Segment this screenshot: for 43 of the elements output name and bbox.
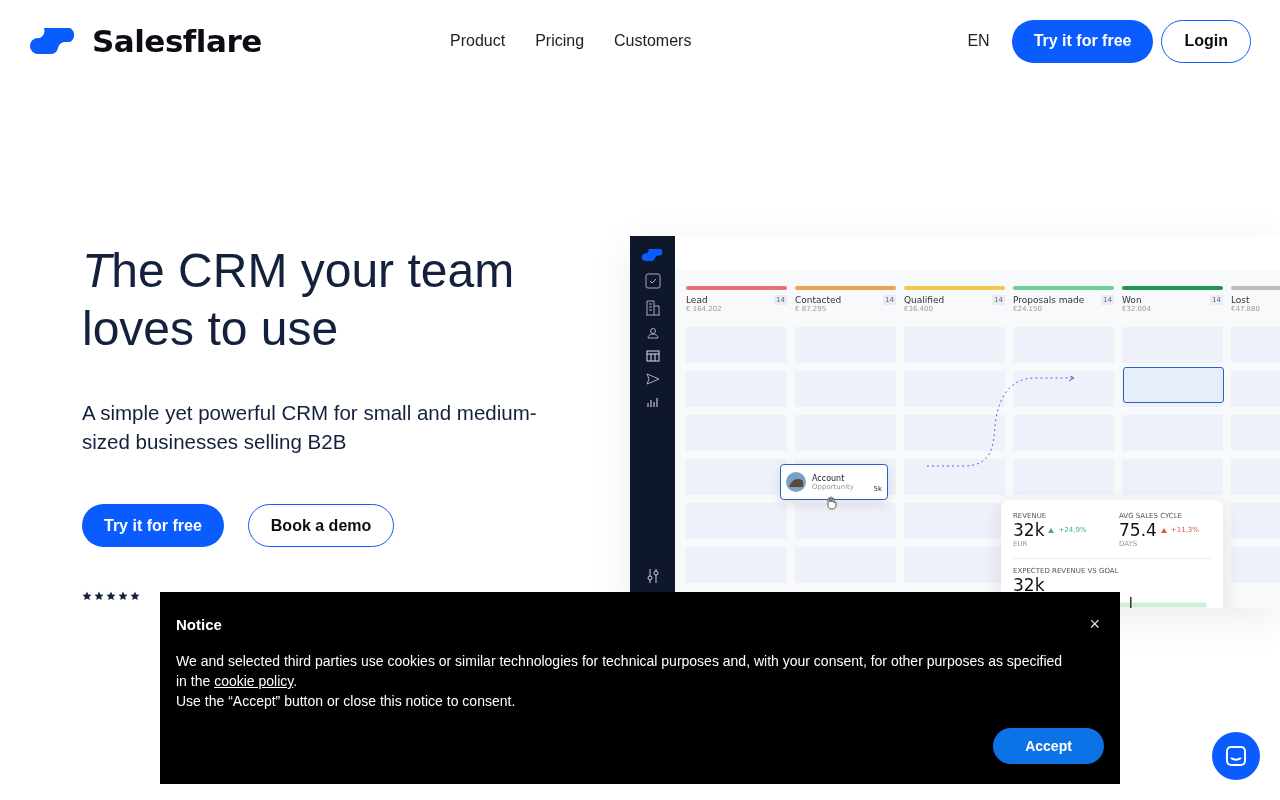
nav-link[interactable]: Customers	[614, 32, 692, 50]
star-icon	[82, 591, 92, 601]
star-icon	[130, 591, 140, 601]
hand-cursor-icon	[825, 496, 839, 510]
stat-value: 32k	[1013, 575, 1046, 595]
stat-value: 75.4	[1119, 520, 1157, 540]
card-title: Account	[812, 473, 846, 483]
stage-name: Proposals made	[1013, 295, 1085, 305]
try-free-button[interactable]: Try it for free	[82, 504, 224, 547]
hero-title: The CRM your team loves to use	[82, 243, 516, 357]
accept-button[interactable]: Accept	[993, 728, 1104, 764]
nav-link[interactable]: Product	[450, 32, 506, 50]
logo-icon	[640, 248, 665, 262]
language-switcher[interactable]: EN	[967, 32, 990, 50]
login-button[interactable]: Login	[1161, 19, 1251, 63]
notice-text: We and selected third parties use cookies or similar technologies for technical purposes and, with your consent, for other purposes as specified in the cookie policy.	[176, 652, 1064, 691]
table-icon[interactable]	[645, 350, 660, 362]
sliders-icon[interactable]	[645, 568, 660, 584]
building-icon[interactable]	[644, 300, 661, 316]
book-demo-button[interactable]: Book a demo	[247, 504, 395, 547]
stage-name: Lost	[1231, 295, 1250, 305]
checkbox-icon[interactable]	[644, 273, 661, 289]
stage-name: Lead	[686, 295, 708, 305]
stage-name: Won	[1122, 295, 1142, 305]
stage-name: Qualified	[904, 295, 945, 305]
hero-subtitle: A simple yet powerful CRM for small and medium-sized businesses selling B2B	[82, 400, 538, 455]
star-icon	[106, 591, 116, 601]
chat-icon	[1225, 745, 1247, 767]
close-button[interactable]: ×	[1085, 614, 1104, 635]
brand-name[interactable]: Salesflare	[92, 23, 262, 59]
avatar-icon	[786, 472, 806, 492]
try-free-button[interactable]: Try it for free	[1011, 19, 1154, 63]
chat-button[interactable]	[1212, 732, 1260, 780]
notice-title: Notice	[176, 616, 222, 633]
notice-text: Use the “Accept” button or close this notice to consent.	[176, 692, 517, 711]
stage-name: Contacted	[795, 295, 842, 305]
star-icon	[118, 591, 128, 601]
person-icon[interactable]	[646, 327, 659, 339]
chart-icon[interactable]	[645, 396, 660, 408]
nav-link[interactable]: Pricing	[535, 32, 585, 50]
send-icon[interactable]	[645, 373, 660, 385]
star-icon	[94, 591, 104, 601]
stat-value: 32k	[1013, 520, 1045, 540]
